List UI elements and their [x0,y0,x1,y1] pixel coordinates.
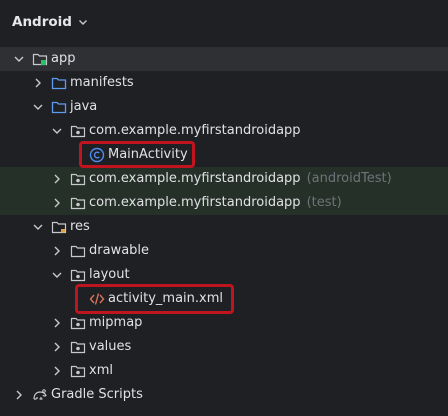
tree-item-drawable[interactable]: drawable [0,239,448,263]
chevron-right-icon[interactable] [51,197,63,209]
package-icon [70,341,86,354]
package-icon [70,365,86,378]
package-icon [70,269,86,282]
module-folder-icon [32,53,48,66]
tree-item-label: values [89,339,132,354]
package-icon [70,317,86,330]
tree-item-label: com.example.myfirstandroidapp [89,195,301,210]
tree-item-label: drawable [89,243,150,258]
chevron-down-icon[interactable] [51,269,63,281]
tree-item-gradle-scripts[interactable]: Gradle Scripts [0,383,448,407]
chevron-right-icon[interactable] [51,365,63,377]
tree-item-package-main[interactable]: com.example.myfirstandroidapp [0,119,448,143]
tree-item-label: Gradle Scripts [51,387,143,402]
project-view-header: Android [0,0,448,44]
class-icon [89,147,105,163]
chevron-right-icon[interactable] [51,173,63,185]
project-tree: app manifests java com.example.myfirstan… [0,47,448,407]
tree-item-layout[interactable]: layout [0,263,448,287]
project-tool-window: Android app manifests java com.example.m… [0,0,448,416]
tree-item-res[interactable]: res [0,215,448,239]
tree-item-label: xml [89,363,113,378]
resources-folder-icon [51,221,67,234]
chevron-down-icon[interactable] [32,221,44,233]
folder-icon [51,77,67,90]
project-view-selector[interactable]: Android [12,14,72,30]
source-set-suffix: (test) [306,195,342,210]
folder-icon [70,245,86,258]
tree-item-label: activity_main.xml [108,291,224,306]
package-icon [70,197,86,210]
tree-item-label: layout [89,267,130,282]
tree-item-activity-main-xml[interactable]: activity_main.xml [0,287,448,311]
gradle-icon [33,389,47,400]
chevron-down-icon[interactable] [51,125,63,137]
tree-item-java[interactable]: java [0,95,448,119]
chevron-right-icon[interactable] [32,77,44,89]
chevron-right-icon[interactable] [51,341,63,353]
source-set-suffix: (androidTest) [306,171,392,186]
tree-item-label: com.example.myfirstandroidapp [89,123,301,138]
chevron-down-icon[interactable] [32,101,44,113]
package-icon [70,125,86,138]
chevron-down-icon[interactable] [13,53,25,65]
tree-item-mipmap[interactable]: mipmap [0,311,448,335]
package-icon [70,173,86,186]
tree-item-label: manifests [70,75,134,90]
folder-icon [51,101,67,114]
tree-item-label: res [70,219,90,234]
tree-item-values[interactable]: values [0,335,448,359]
tree-item-label: mipmap [89,315,143,330]
tree-item-label: app [51,51,76,66]
chevron-right-icon[interactable] [51,245,63,257]
tree-item-app[interactable]: app [0,47,448,71]
tree-item-package-android-test[interactable]: com.example.myfirstandroidapp (androidTes… [0,167,448,191]
tree-item-package-test[interactable]: com.example.myfirstandroidapp (test) [0,191,448,215]
chevron-right-icon[interactable] [13,389,25,401]
tree-item-label: java [70,99,98,114]
chevron-down-icon[interactable] [78,17,88,27]
tree-item-label: com.example.myfirstandroidapp [89,171,301,186]
xml-file-icon [89,293,105,305]
tree-item-main-activity[interactable]: MainActivity [0,143,448,167]
tree-item-label: MainActivity [108,147,188,162]
chevron-right-icon[interactable] [51,317,63,329]
tree-item-xml[interactable]: xml [0,359,448,383]
tree-item-manifests[interactable]: manifests [0,71,448,95]
